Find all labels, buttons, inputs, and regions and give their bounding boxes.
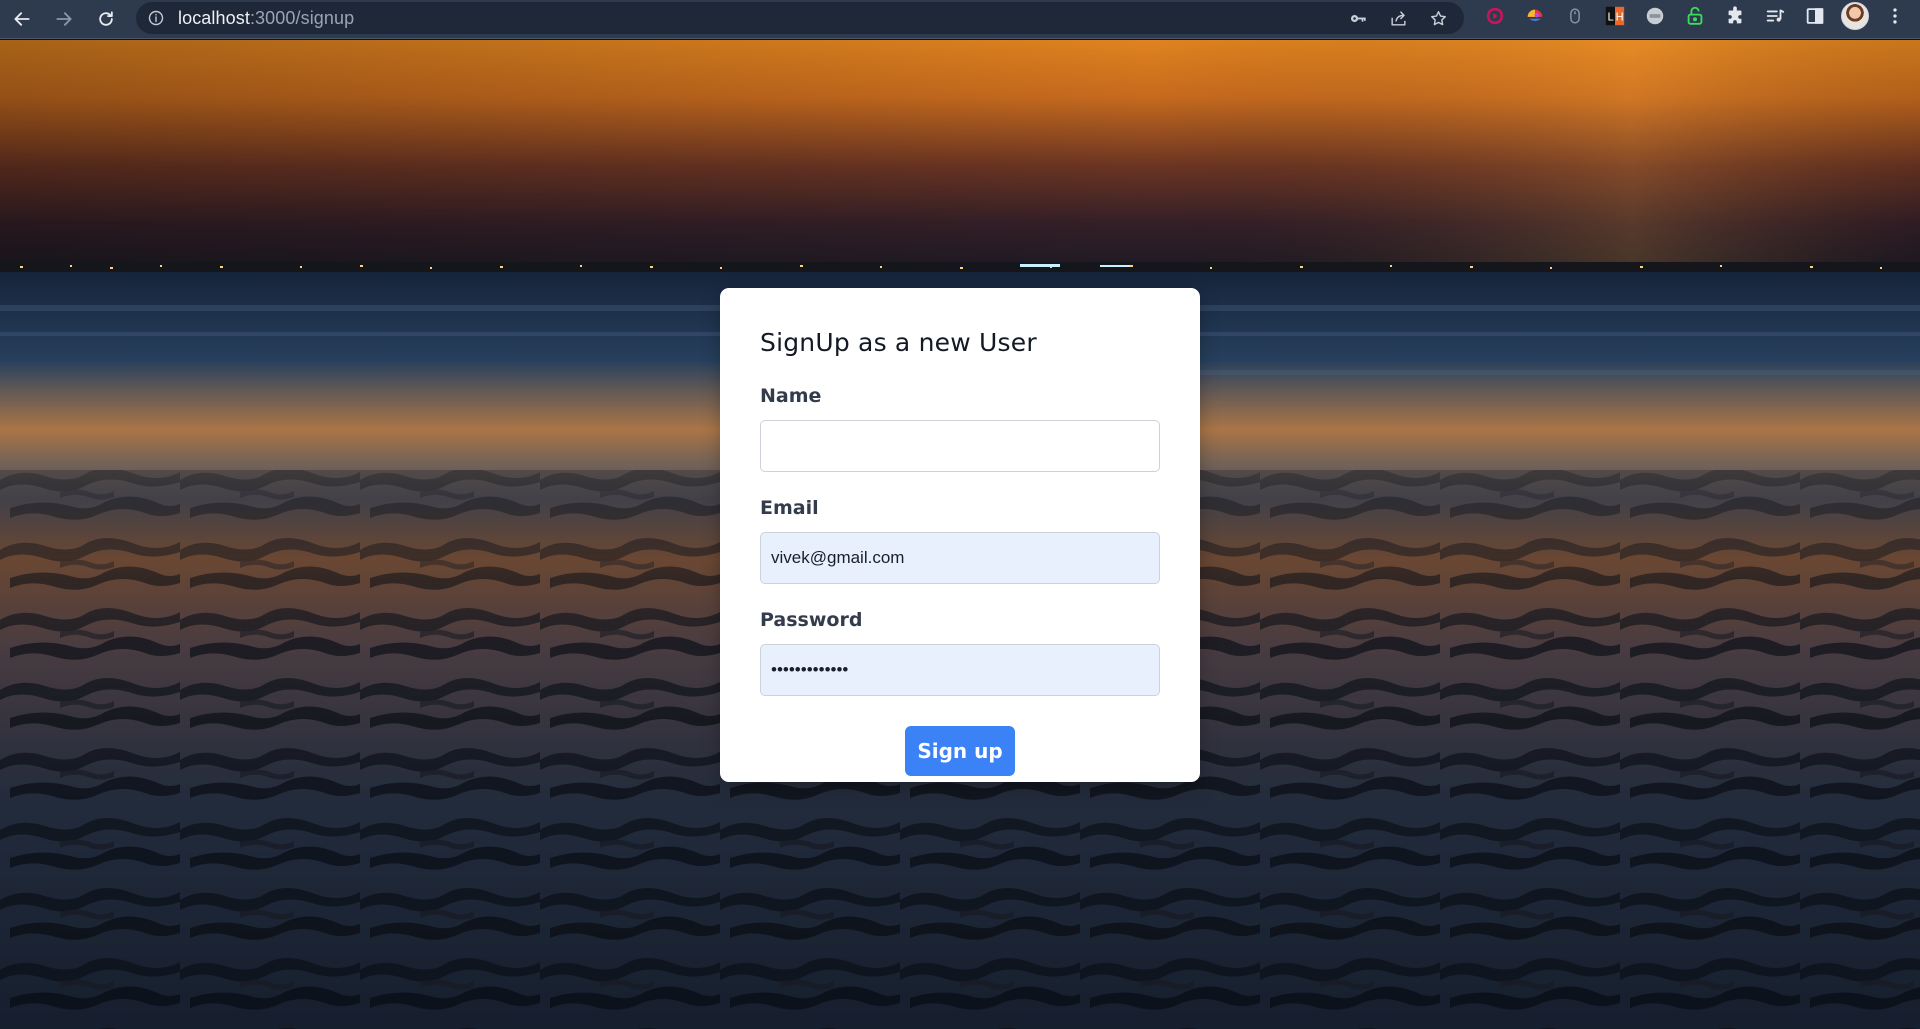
side-panel-button[interactable] — [1795, 0, 1835, 32]
extension-mouse[interactable] — [1555, 0, 1595, 32]
arrow-right-icon — [56, 12, 72, 26]
reload-button[interactable] — [86, 3, 126, 35]
signup-card: SignUp as a new User Name Email Password… — [720, 288, 1200, 782]
password-key-button[interactable] — [1338, 2, 1378, 34]
colorful-extension-icon — [1527, 9, 1543, 21]
lh-h-glyph: H — [1615, 11, 1623, 24]
cookie-extension-icon — [1646, 7, 1664, 25]
puzzle-icon — [1728, 6, 1742, 24]
arrow-left-icon — [14, 12, 30, 26]
chrome-menu-button[interactable] — [1875, 0, 1915, 32]
lh-l-glyph: L — [1607, 11, 1614, 24]
bookmark-button[interactable] — [1418, 2, 1458, 34]
browser-toolbar: localhost:3000/signup LH — [0, 0, 1920, 39]
profile-button[interactable] — [1835, 0, 1875, 32]
email-input[interactable] — [760, 532, 1160, 584]
extensions-menu-button[interactable] — [1715, 0, 1755, 32]
email-label: Email — [760, 497, 819, 519]
address-bar[interactable]: localhost:3000/signup — [136, 2, 1464, 34]
extension-record[interactable] — [1475, 0, 1515, 32]
avatar — [1841, 2, 1869, 30]
url-path: :3000/signup — [249, 7, 355, 28]
media-queue-icon — [1766, 9, 1785, 22]
extension-colorful[interactable] — [1515, 0, 1555, 32]
name-input[interactable] — [760, 420, 1160, 472]
back-button[interactable] — [2, 3, 42, 35]
lh-extension-icon: LH — [1605, 6, 1625, 26]
key-icon — [1350, 14, 1366, 22]
share-button[interactable] — [1378, 2, 1418, 34]
name-label: Name — [760, 385, 822, 407]
star-icon — [1430, 10, 1446, 25]
forward-button[interactable] — [44, 3, 84, 35]
mouse-icon — [1570, 8, 1580, 24]
info-icon[interactable] — [148, 10, 164, 26]
password-label: Password — [760, 609, 863, 631]
extension-lh[interactable]: LH — [1595, 0, 1635, 32]
more-vertical-icon — [1893, 8, 1897, 24]
extension-lock[interactable] — [1675, 0, 1715, 32]
url-host: localhost — [178, 7, 250, 28]
signup-button[interactable]: Sign up — [905, 726, 1015, 776]
share-icon — [1390, 10, 1406, 26]
lock-extension-icon — [1687, 6, 1703, 25]
media-queue-button[interactable] — [1755, 0, 1795, 32]
form-title: SignUp as a new User — [760, 328, 1037, 357]
reload-icon — [99, 11, 113, 26]
submit-row: Sign up — [760, 726, 1160, 776]
extensions-bar: LH — [1475, 0, 1915, 32]
extension-cookie[interactable] — [1635, 0, 1675, 32]
url-text[interactable]: localhost:3000/signup — [178, 8, 354, 29]
signup-page: SignUp as a new User Name Email Password… — [0, 40, 1920, 1029]
password-input[interactable] — [760, 644, 1160, 696]
record-icon — [1486, 7, 1504, 25]
side-panel-icon — [1806, 8, 1824, 24]
